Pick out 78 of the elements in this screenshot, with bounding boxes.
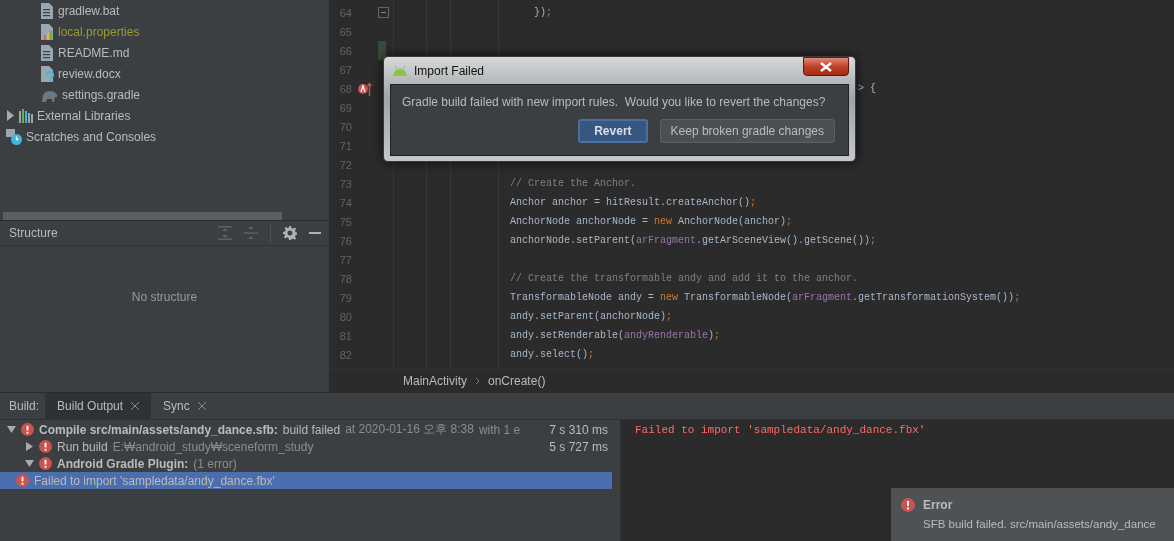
chevron-icon — [475, 377, 480, 385]
error-icon — [21, 423, 34, 436]
line-number: 64 — [338, 6, 352, 19]
error-icon — [39, 440, 52, 453]
breadcrumb-item[interactable]: MainActivity — [403, 374, 467, 388]
build-tree-row[interactable]: Compile src/main/assets/andy_dance.sfb: build failed at 2020-01-16 오후 8:38 with 1 e 7 s 310 ms — [0, 421, 612, 438]
console-line: Failed to import 'sampledata/andy_dance.fbx' — [635, 424, 927, 436]
expand-arrow-icon[interactable] — [6, 110, 15, 121]
tree-item[interactable]: Scratches and Consoles — [26, 129, 157, 144]
build-time: 7 s 310 ms — [549, 422, 609, 437]
build-detail: (1 error) — [193, 456, 237, 471]
build-status: build failed — [282, 422, 341, 437]
tree-item[interactable]: local.properties — [58, 24, 140, 39]
close-icon — [820, 61, 832, 72]
notification-message: SFB build failed. src/main/assets/andy_dance — [922, 518, 1157, 530]
empty-message: No structure — [131, 290, 198, 306]
code-line: andy.select(); — [510, 349, 595, 360]
unknown-file-icon — [40, 65, 54, 82]
close-icon[interactable] — [131, 402, 140, 410]
error-icon — [16, 474, 29, 487]
line-number: 80 — [338, 310, 352, 323]
build-time: 5 s 727 ms — [549, 439, 609, 454]
change-marker[interactable] — [378, 41, 386, 60]
error-icon — [39, 457, 52, 470]
line-number: 78 — [338, 272, 352, 285]
notification-title: Error — [923, 498, 953, 512]
scratches-icon — [6, 128, 22, 145]
fold-icon[interactable] — [378, 7, 389, 18]
code-line: andy.setParent(anchorNode); — [510, 311, 673, 322]
line-number: 72 — [338, 158, 352, 171]
code-line: TransformableNode andy = new TransformableNode(arFragment.getTransformationSystem()); — [510, 292, 1021, 303]
android-icon — [392, 65, 408, 76]
tree-item[interactable]: README.md — [58, 45, 130, 60]
tree-item[interactable]: review.docx — [58, 66, 121, 81]
scrollbar[interactable] — [3, 212, 282, 220]
build-detail: at 2020-01-16 오후 8:38 — [345, 421, 474, 438]
error-icon — [901, 498, 915, 512]
code-line: // Create the transformable andy and add it to the anchor. — [510, 273, 859, 284]
lambda-up-icon[interactable] — [358, 81, 372, 96]
build-node-title[interactable]: Android Gradle Plugin: — [57, 456, 189, 471]
code-line: // Create the Anchor. — [510, 178, 637, 189]
build-detail: E:₩android_study₩sceneform_study — [112, 439, 314, 454]
properties-file-icon — [40, 23, 54, 40]
breadcrumb-item[interactable]: onCreate() — [488, 374, 546, 388]
tab[interactable]: Build Output — [45, 393, 152, 419]
build-node-title[interactable]: Run build — [57, 439, 108, 454]
close-icon[interactable] — [197, 402, 206, 410]
code-line: AnchorNode anchorNode = new AnchorNode(anchor); — [510, 216, 793, 227]
panel-title: Structure — [9, 226, 58, 240]
collapse-arrow-icon[interactable] — [25, 459, 34, 468]
expand-arrow-icon[interactable] — [25, 442, 34, 451]
dialog-button[interactable]: Keep broken gradle changes — [659, 119, 835, 143]
build-detail: with 1 e — [478, 422, 521, 437]
code-line: anchorNode.setParent(arFragment.getArSceneView().getScene()); — [510, 235, 877, 246]
code-line: }); — [533, 7, 553, 18]
build-tree-row[interactable]: Run build E:₩android_study₩sceneform_study 5 s 727 ms — [18, 438, 612, 455]
tree-item[interactable]: External Libraries — [37, 108, 131, 123]
file-icon — [40, 44, 54, 61]
build-tree-row[interactable]: Android Gradle Plugin: (1 error) — [18, 455, 612, 472]
tree-item[interactable]: gradlew.bat — [58, 3, 120, 18]
collapse-arrow-icon[interactable] — [7, 425, 16, 434]
tab[interactable]: Sync — [151, 393, 218, 419]
settings-icon[interactable] — [283, 226, 297, 240]
dialog-message: Gradle build failed with new import rules. Would you like to revert the changes? — [402, 95, 827, 109]
tree-item[interactable]: settings.gradle — [62, 87, 141, 102]
line-number: 74 — [338, 196, 352, 209]
close-button[interactable] — [803, 57, 849, 76]
dialog-button[interactable]: Revert — [578, 119, 648, 143]
panel-label: Build: — [8, 399, 41, 413]
code-line: andy.setRenderable(andyRenderable); — [510, 330, 721, 341]
library-icon — [19, 108, 33, 123]
line-number: 81 — [338, 329, 352, 342]
code-line: Anchor anchor = hitResult.createAnchor(); — [510, 197, 757, 208]
line-number: 68 — [338, 82, 352, 95]
line-number: 82 — [338, 348, 352, 361]
line-number: 73 — [338, 177, 352, 190]
dialog-title: Import Failed — [414, 63, 485, 78]
build-node-title[interactable]: Compile src/main/assets/andy_dance.sfb: — [39, 422, 278, 437]
